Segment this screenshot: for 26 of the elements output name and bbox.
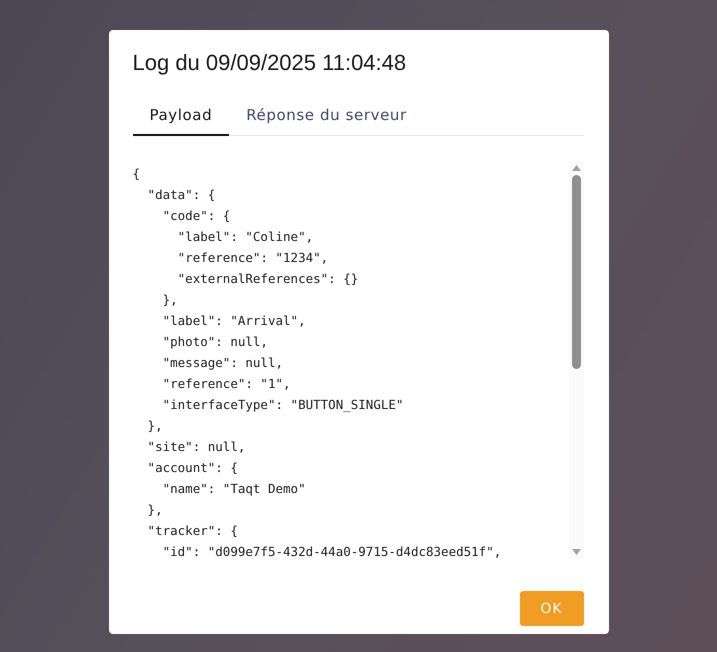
code-line: "interfaceType": "BUTTON_SINGLE" (162, 396, 404, 414)
code-line: "label": "Coline", (176, 228, 314, 246)
code-line: }, (162, 291, 179, 309)
tab[interactable]: Réponse du serveur (229, 98, 424, 136)
code-line: "message": null, (162, 354, 284, 372)
code-line: "id": "d099e7f5-432d-44a0-9715-d4dc83eed51f", (162, 543, 502, 558)
code-line: }, (146, 501, 164, 519)
scroll-down-icon[interactable] (572, 549, 580, 555)
code-line: "photo": null, (162, 333, 269, 351)
code-line: "label": "Arrival", (162, 312, 307, 330)
code-line: "site": null, (146, 438, 246, 456)
scrollbar[interactable] (568, 162, 584, 558)
code-line: "reference": "1", (162, 375, 292, 393)
code-line: "data": { (146, 186, 216, 204)
code-line: { (132, 165, 142, 183)
code-line: "tracker": { (146, 522, 239, 540)
dialog-title: Log du 09/09/2025 11:04:48 (132, 49, 408, 77)
code-line: "reference": "1234", (176, 249, 330, 267)
code-line: }, (146, 417, 164, 435)
code-line: "code": { (162, 207, 232, 225)
code-line: "name": "Taqt Demo" (162, 480, 307, 498)
scroll-up-icon[interactable] (572, 165, 580, 171)
scroll-thumb[interactable] (572, 175, 580, 369)
code-line: "account": { (146, 459, 239, 477)
code-line: "externalReferences": {} (176, 270, 360, 288)
tab[interactable]: Payload (132, 98, 230, 136)
